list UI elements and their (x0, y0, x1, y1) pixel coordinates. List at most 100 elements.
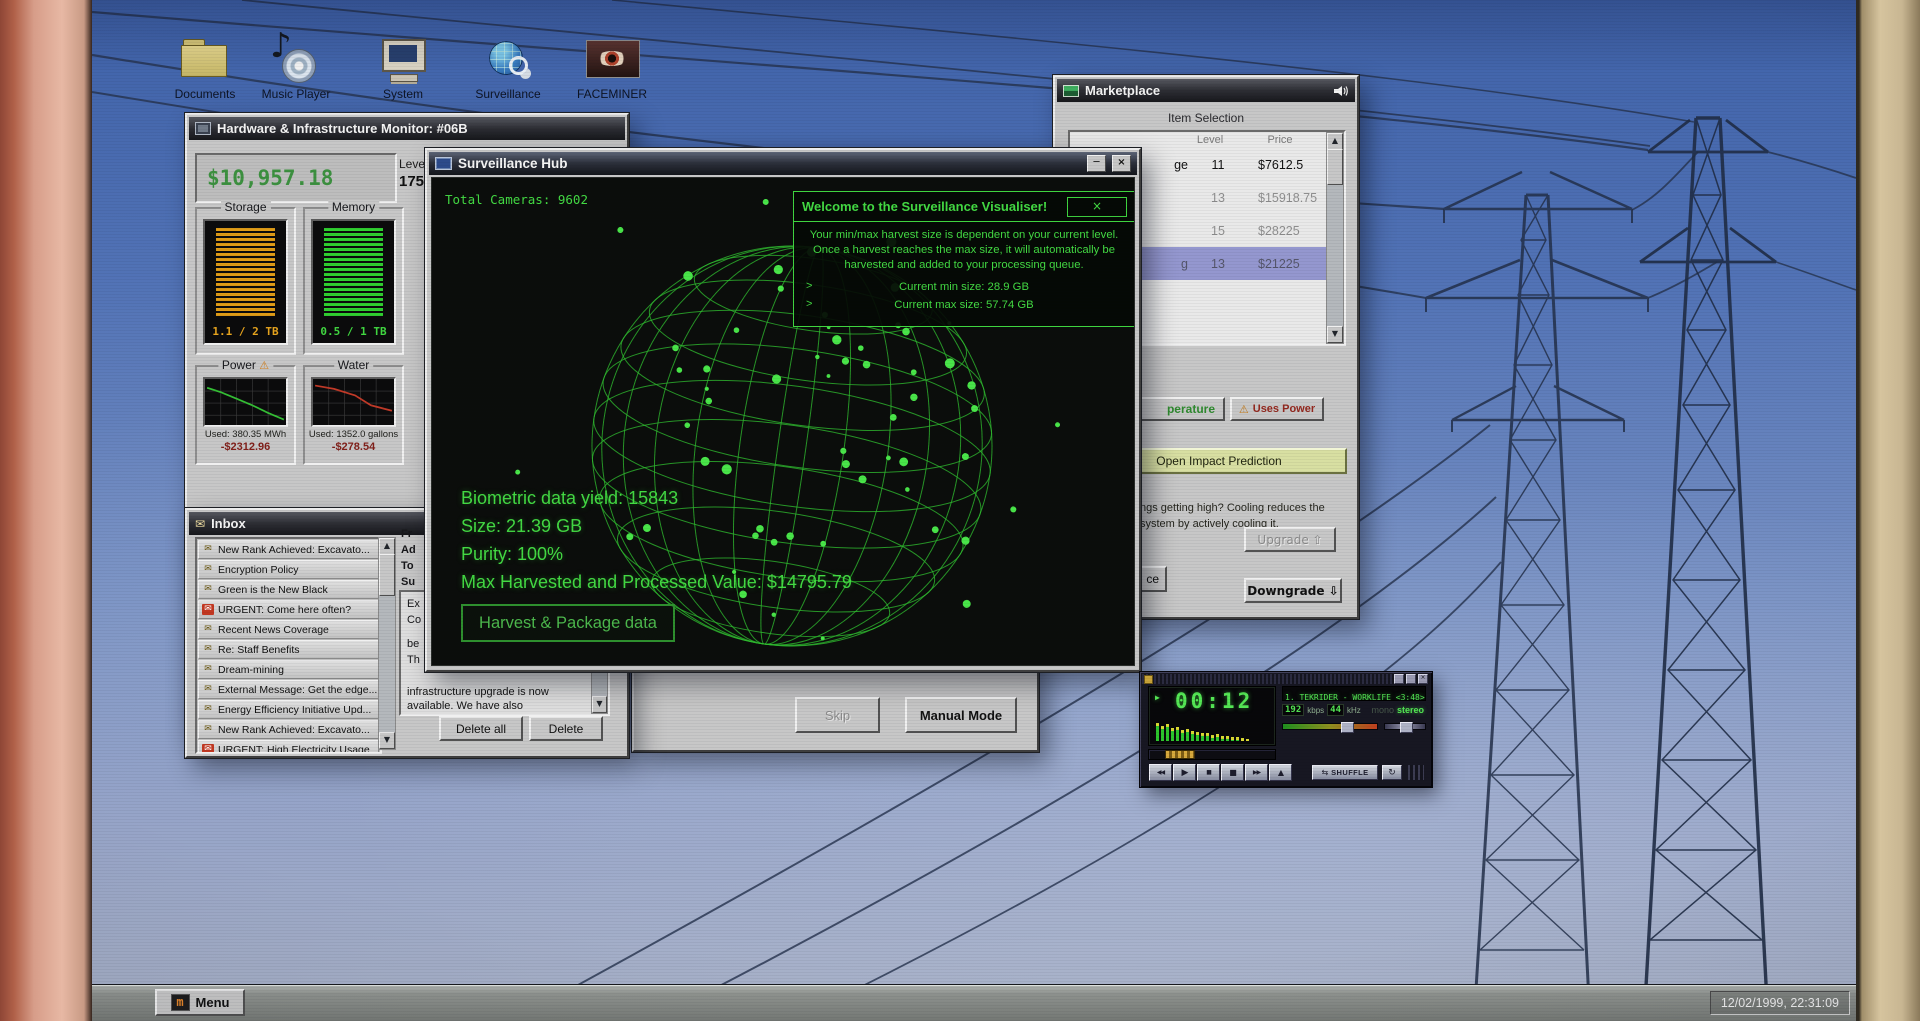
repeat-button[interactable]: ↻ (1382, 765, 1402, 780)
message-subject: URGENT: High Electricity Usage (218, 743, 370, 754)
item-level: 13 (1211, 256, 1225, 271)
upgrade-button[interactable]: Upgrade ⇧ (1244, 527, 1336, 552)
message-subject: New Rank Achieved: Excavato... (218, 543, 370, 556)
item-price: $21225 (1258, 256, 1300, 271)
power-cost: -$2312.96 (220, 441, 271, 453)
next-button[interactable]: ▶▶ (1245, 764, 1268, 781)
scroll-thumb[interactable] (1327, 149, 1343, 185)
music-player-title-bar[interactable]: × (1142, 674, 1430, 684)
inbox-message[interactable]: ✉ URGENT: High Electricity Usage (198, 740, 379, 754)
hardware-monitor-title: Hardware & Infrastructure Monitor: #06B (217, 121, 468, 136)
surveillance-hub-title-bar[interactable]: Surveillance Hub ─ × (429, 152, 1137, 175)
power-warning-icon: ⚠ (1238, 402, 1249, 416)
downgrade-button[interactable]: Downgrade ⇩ (1244, 578, 1342, 603)
level-value: 175 (399, 173, 425, 190)
menu-button[interactable]: m Menu (155, 989, 245, 1016)
inbox-message[interactable]: ✉ New Rank Achieved: Excavato... (198, 540, 379, 559)
minimize-button[interactable]: ─ (1087, 155, 1106, 172)
envelope-icon: ✉ (202, 744, 214, 752)
inbox-message[interactable]: ✉ External Message: Get the edge... (198, 680, 379, 699)
desktop-icon-documents[interactable]: Documents (164, 34, 246, 101)
desktop-icon-label: Surveillance (475, 87, 541, 101)
play-button[interactable]: ▶ (1173, 764, 1196, 781)
scroll-down-button[interactable]: ▼ (379, 732, 395, 749)
scroll-down-button[interactable]: ▼ (1327, 326, 1343, 343)
screen: Documents Music Player System Surveillance F… (92, 0, 1856, 1021)
uses-power-chip[interactable]: ⚠ Uses Power (1230, 397, 1324, 421)
pause-button[interactable]: ▮▮ (1197, 764, 1220, 781)
prompt-max: > (806, 298, 813, 310)
close-button[interactable]: × (1112, 155, 1131, 172)
inbox-message[interactable]: ✉ Encryption Policy (198, 560, 379, 579)
desktop-icon-label: Music Player (261, 87, 331, 101)
inbox-message[interactable]: ✉ New Rank Achieved: Excavato... (198, 720, 379, 739)
harvest-package-button[interactable]: Harvest & Package data (461, 604, 675, 642)
message-subject: URGENT: Come here often? (218, 603, 352, 616)
desktop-icon-surveillance[interactable]: Surveillance (467, 34, 549, 101)
desktop-icon-faceminer[interactable]: FACEMINER (571, 34, 653, 101)
seek-bar[interactable] (1148, 749, 1276, 760)
seek-thumb[interactable] (1165, 750, 1195, 759)
scroll-up-button[interactable]: ▲ (1327, 133, 1343, 150)
desktop-icon-music-player[interactable]: Music Player (255, 26, 337, 101)
manual-mode-button[interactable]: Manual Mode (905, 697, 1017, 733)
marketplace-icon (1063, 84, 1079, 97)
item-price: $7612.5 (1258, 157, 1304, 172)
water-gauge: Water Used: 1352.0 gallons -$278.54 (303, 358, 404, 465)
shuffle-button[interactable]: ⇆ SHUFFLE (1312, 765, 1378, 780)
taskbar-clock[interactable]: 12/02/1999, 22:31:09 (1709, 991, 1850, 1015)
shade-button[interactable] (1406, 674, 1416, 684)
desktop-icon-system[interactable]: System (362, 34, 444, 101)
inbox-message[interactable]: ✉ Energy Efficiency Initiative Upd... (198, 700, 379, 719)
hardware-monitor-icon (195, 122, 211, 135)
monitor-bezel-left (0, 0, 92, 1021)
volume-slider[interactable] (1282, 722, 1378, 733)
close-button[interactable]: × (1418, 674, 1428, 684)
inbox-message[interactable]: ✉ Dream-mining (198, 660, 379, 679)
eject-button[interactable]: ▲ (1269, 764, 1292, 781)
marketplace-title-bar[interactable]: Marketplace (1057, 79, 1355, 102)
skip-button[interactable]: Skip (795, 697, 880, 733)
scroll-up-button[interactable]: ▲ (379, 538, 395, 555)
item-level: 11 (1211, 157, 1225, 172)
crt-monitor: Documents Music Player System Surveillance F… (0, 0, 1920, 1021)
spectrum-bar (1196, 732, 1199, 741)
hub-stat-line: Max Harvested and Processed Value: $1479… (461, 572, 852, 592)
spectrum-bar (1221, 736, 1224, 741)
prev-button[interactable]: ◀◀ (1149, 764, 1172, 781)
scroll-down-button[interactable]: ▼ (592, 696, 607, 713)
music-cd-icon (270, 26, 322, 83)
track-title-marquee[interactable]: 1. TEKRIDER - WORKLIFE <3:48> (1282, 686, 1426, 701)
stop-button[interactable]: ■ (1221, 764, 1244, 781)
balance-slider[interactable] (1384, 722, 1426, 733)
envelope-icon: ✉ (204, 664, 212, 674)
surveillance-hub-title: Surveillance Hub (458, 156, 568, 171)
envelope-icon: ✉ (204, 724, 212, 734)
dialog-close-button[interactable]: × (1067, 197, 1127, 217)
scroll-thumb[interactable] (379, 554, 395, 596)
reading-pane-fragment: Ad (401, 544, 416, 556)
power-usage-chart (205, 379, 286, 425)
speaker-icon[interactable] (1333, 85, 1349, 97)
cooling-info-line1: ngs getting high? Cooling reduces the (1140, 502, 1325, 514)
item-selection-label: Item Selection (1167, 111, 1245, 125)
bitrate-unit: kbps (1307, 705, 1325, 715)
inbox-message[interactable]: ✉ Re: Staff Benefits (198, 640, 379, 659)
delete-button[interactable]: Delete (529, 716, 603, 741)
inbox-message[interactable]: ✉ Green is the New Black (198, 580, 379, 599)
inbox-message[interactable]: ✉ URGENT: Come here often? (198, 600, 379, 619)
resize-grip[interactable] (1408, 765, 1424, 780)
hub-stat-line: Size: 21.39 GB (461, 516, 583, 536)
hardware-monitor-title-bar[interactable]: Hardware & Infrastructure Monitor: #06B (189, 117, 625, 140)
welcome-dialog-title: Welcome to the Surveillance Visualiser! (802, 199, 1048, 214)
inbox-message[interactable]: ✉ Recent News Coverage (198, 620, 379, 639)
delete-all-button[interactable]: Delete all (439, 716, 523, 741)
item-level: 13 (1211, 190, 1225, 205)
envelope-icon: ✉ (204, 544, 212, 554)
marketplace-scrollbar[interactable]: ▲ ▼ (1326, 132, 1344, 344)
bitrate-value: 192 (1282, 704, 1305, 716)
pylon-tower-a (1425, 170, 1649, 1021)
body-text-fragment: Th (407, 654, 420, 666)
inbox-scrollbar[interactable]: ▲ ▼ (378, 537, 396, 750)
minimize-button[interactable] (1394, 674, 1404, 684)
